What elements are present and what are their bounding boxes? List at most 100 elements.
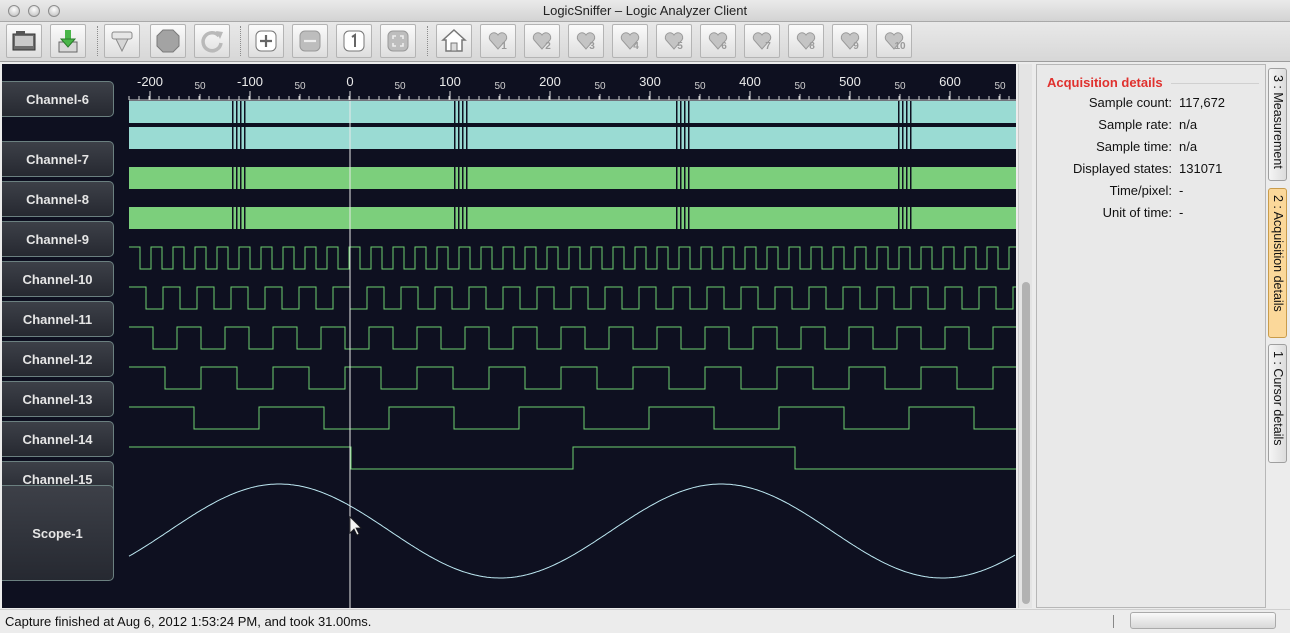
detail-label: Sample count: [1088,95,1172,110]
zoom-fit-button[interactable] [380,24,416,58]
scope-trace [128,483,1016,579]
ruler-minor-label: 50 [594,81,606,92]
zoom-window-button[interactable] [48,5,60,17]
channel-label-channel-12[interactable]: Channel-12 [2,341,114,377]
ruler-minor-label: 50 [694,81,706,92]
marker-number: 2 [545,41,551,52]
marker-4-button[interactable]: 4 [612,24,648,58]
repeat-capture-button[interactable] [194,24,230,58]
detail-label: Time/pixel: [1109,183,1172,198]
trace-channel-11 [129,286,1016,310]
trace-channel-8 [129,167,1016,189]
channel-label-channel-8[interactable]: Channel-8 [2,181,114,217]
zoom-out-button[interactable] [292,24,328,58]
minus-icon [299,30,321,52]
channel-label-channel-11[interactable]: Channel-11 [2,301,114,337]
channel-label-channel-9[interactable]: Channel-9 [2,221,114,257]
channel-label-channel-6[interactable]: Channel-6 [2,81,114,117]
detail-row: Sample time: n/a [1037,137,1267,157]
zoom-original-button[interactable] [336,24,372,58]
marker-icon: 1 [488,32,507,52]
ruler-minor-label: 50 [894,81,906,92]
detail-label: Displayed states: [1073,161,1172,176]
trace-channel-13 [129,366,1016,390]
trace-channel-10 [129,246,1016,270]
detail-value: 131071 [1179,161,1223,176]
mouse-pointer [349,516,362,536]
marker-number: 5 [677,41,683,52]
marker-2-button[interactable]: 2 [524,24,560,58]
marker-9-button[interactable]: 9 [832,24,868,58]
detail-row: Time/pixel: - [1037,181,1267,201]
detail-label: Sample rate: [1098,117,1172,132]
marker-7-button[interactable]: 7 [744,24,780,58]
ruler-major-label: 600 [939,74,961,89]
detail-row: Sample rate: n/a [1037,115,1267,135]
marker-number: 8 [809,41,815,52]
detail-value: n/a [1179,139,1198,154]
detail-row: Sample count: 117,672 [1037,93,1267,113]
channel-label-text: Channel-11 [22,311,93,327]
window-title: LogicSniffer – Logic Analyzer Client [542,3,748,18]
toolbar-separator [240,26,241,56]
detail-label: Unit of time: [1102,205,1172,220]
scope-label[interactable]: Scope-1 [2,485,114,581]
tab-cursor-details[interactable]: 1 : Cursor details [1268,344,1287,463]
channel-label-text: Channel-12 [22,351,93,367]
open-project-button[interactable] [6,24,42,58]
trace-area [128,101,1016,608]
ruler-major-label: 500 [839,74,861,89]
marker-6-button[interactable]: 6 [700,24,736,58]
channel-label-channel-13[interactable]: Channel-13 [2,381,114,417]
details-divider [1171,83,1259,84]
marker-number: 1 [501,41,507,52]
folder-icon [12,31,36,51]
trace-channel-15 [129,446,1016,470]
channel-label-text: Channel-6 [26,91,89,107]
trace-channel-12 [129,326,1016,350]
channel-label-channel-14[interactable]: Channel-14 [2,421,114,457]
fit-icon [387,30,409,52]
marker-number: 3 [589,41,595,52]
ruler-minor-label: 50 [194,81,206,92]
ruler-major-label: 400 [739,74,761,89]
marker-icon: 2 [532,32,551,52]
ruler-major-label: 0 [346,74,353,89]
toolbar-separator [427,26,428,56]
stop-button[interactable] [150,24,186,58]
tab-acquisition-details-label: 2 : Acquisition details [1271,195,1285,312]
marker-3-button[interactable]: 3 [568,24,604,58]
scrollbar-thumb[interactable] [1022,282,1030,604]
marker-10-button[interactable]: 10 [876,24,912,58]
save-project-button[interactable] [50,24,86,58]
close-window-button[interactable] [8,5,20,17]
ruler-major-label: 200 [539,74,561,89]
marker-icon: 6 [708,32,727,52]
tab-acquisition-details[interactable]: 2 : Acquisition details [1268,188,1287,338]
marker-8-button[interactable]: 8 [788,24,824,58]
channel-label-channel-10[interactable]: Channel-10 [2,261,114,297]
trace-channel-9 [129,207,1016,229]
details-title: Acquisition details [1047,75,1163,90]
tab-measurement[interactable]: 3 : Measurement [1268,68,1287,181]
status-separator [1113,615,1114,628]
marker-5-button[interactable]: 5 [656,24,692,58]
plus-icon [255,30,277,52]
channel-label-text: Channel-13 [22,391,93,407]
signal-view[interactable]: -200 -100 0 100 200 300 400 500 600 50 50 50 50 50 50 5… [2,64,1016,608]
ruler-major-label: -100 [237,74,263,89]
one-icon [343,30,365,52]
channel-label-channel-7[interactable]: Channel-7 [2,141,114,177]
title-bar: LogicSniffer – Logic Analyzer Client [0,0,1290,22]
zoom-in-button[interactable] [248,24,284,58]
ruler-minor-label: 50 [994,81,1006,92]
trace-channel-6 [129,101,1016,123]
marker-icon: 8 [796,32,815,52]
marker-1-button[interactable]: 1 [480,24,516,58]
home-icon [441,28,467,52]
capture-button[interactable] [104,24,140,58]
trace-channel-7 [129,127,1016,149]
vertical-scrollbar[interactable] [1018,64,1032,608]
goto-trigger-button[interactable] [436,24,472,58]
minimize-window-button[interactable] [28,5,40,17]
